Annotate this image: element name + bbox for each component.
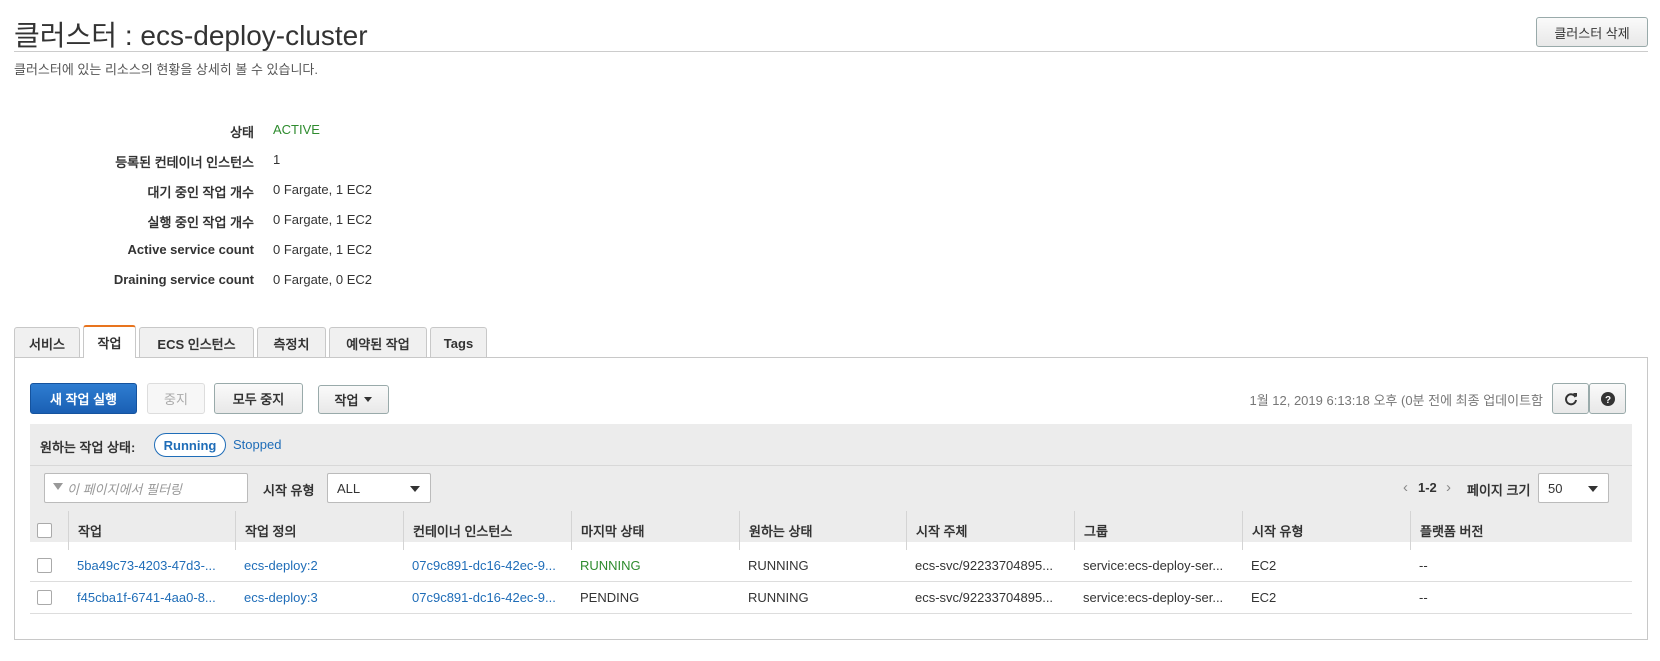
platform-version: -- [1419,558,1428,573]
task-definition-link[interactable]: ecs-deploy:2 [235,550,400,581]
tab-tags[interactable]: Tags [430,327,487,358]
container-instance-link[interactable]: 07c9c891-dc16-42ec-9... [403,550,568,581]
group: service:ecs-deploy-ser... [1083,558,1224,573]
desired-status: RUNNING [748,590,809,605]
page-range: 1-2 [1418,480,1437,495]
active-service-count-value: 0 Fargate, 1 EC2 [273,242,372,257]
running-tasks-label: 실행 중인 작업 개수 [147,215,254,230]
select-all-cell [30,511,68,550]
last-status: RUNNING [580,558,641,573]
registered-instances-label: 등록된 컨테이너 인스턴스 [115,155,254,170]
column-header-launch-type[interactable]: 시작 유형 [1242,511,1410,550]
stopped-filter-link[interactable]: Stopped [233,437,281,452]
task-definition-link[interactable]: ecs-deploy:3 [235,582,400,613]
help-button[interactable]: ? [1589,383,1626,414]
task-id-link[interactable]: 5ba49c73-4203-47d3-... [68,550,228,581]
pending-tasks-value: 0 Fargate, 1 EC2 [273,182,372,197]
column-header-task[interactable]: 작업 [68,511,235,550]
last-updated-text: 1월 12, 2019 6:13:18 오후 (0분 전에 최종 업데이트함 [1249,393,1543,408]
chevron-down-icon [1588,486,1598,492]
run-new-task-button[interactable]: 새 작업 실행 [30,383,137,414]
delete-cluster-button[interactable]: 클러스터 삭제 [1536,17,1648,47]
table-header: 작업 작업 정의 컨테이너 인스턴스 마지막 상태 원하는 상태 시작 주체 그… [30,511,1632,550]
tab-scheduled-tasks[interactable]: 예약된 작업 [329,327,427,358]
active-service-count-label: Active service count [127,242,254,257]
select-all-checkbox[interactable] [37,523,52,538]
stop-all-button[interactable]: 모두 중지 [214,383,303,414]
launch-type-label: 시작 유형 [263,483,315,498]
column-header-platform-version[interactable]: 플랫폼 버전 [1410,511,1632,550]
status-value: ACTIVE [273,122,320,137]
started-by: ecs-svc/92233704895... [915,590,1054,605]
started-by: ecs-svc/92233704895... [915,558,1054,573]
desired-status: RUNNING [748,558,809,573]
caret-down-icon [364,397,373,402]
column-header-last-status[interactable]: 마지막 상태 [571,511,739,550]
actions-dropdown-button[interactable]: 작업 [318,385,389,414]
desired-state-label: 원하는 작업 상태: [40,440,136,455]
running-tasks-value: 0 Fargate, 1 EC2 [273,212,372,227]
group: service:ecs-deploy-ser... [1083,590,1224,605]
actions-label: 작업 [334,393,359,408]
help-icon: ? [1600,391,1615,406]
refresh-icon [1564,392,1577,405]
column-header-container-instance[interactable]: 컨테이너 인스턴스 [403,511,571,550]
page-size-select[interactable]: 50 [1538,473,1609,503]
tab-services[interactable]: 서비스 [14,327,80,358]
tab-metrics[interactable]: 측정치 [257,327,326,358]
header-divider [14,51,1648,52]
prev-page-icon[interactable]: ‹ [1403,479,1408,496]
filter-divider [30,465,1632,466]
page-subtitle: 클러스터에 있는 리소스의 현황을 상세히 볼 수 있습니다. [14,62,318,77]
table-row: 5ba49c73-4203-47d3-... ecs-deploy:2 07c9… [30,550,1632,582]
filter-icon [53,483,63,490]
pending-tasks-label: 대기 중인 작업 개수 [147,185,254,200]
draining-service-count-label: Draining service count [113,272,254,287]
running-filter-pill[interactable]: Running [154,433,226,457]
column-header-desired-status[interactable]: 원하는 상태 [739,511,906,550]
status-label: 상태 [230,125,254,140]
filter-search-input[interactable]: 이 페이지에서 필터링 [44,473,248,503]
filter-placeholder: 이 페이지에서 필터링 [67,481,182,497]
refresh-button[interactable] [1552,383,1589,414]
platform-version: -- [1419,590,1428,605]
svg-text:?: ? [1604,395,1610,406]
table-row: f45cba1f-6741-4aa0-8... ecs-deploy:3 07c… [30,582,1632,614]
column-header-task-definition[interactable]: 작업 정의 [235,511,403,550]
row-checkbox[interactable] [37,590,52,605]
container-instance-link[interactable]: 07c9c891-dc16-42ec-9... [403,582,568,613]
page-title: 클러스터 : ecs-deploy-cluster [14,20,368,51]
row-checkbox[interactable] [37,558,52,573]
page-size-label: 페이지 크기 [1467,483,1531,498]
next-page-icon[interactable]: › [1446,479,1451,496]
draining-service-count-value: 0 Fargate, 0 EC2 [273,272,372,287]
tab-tasks[interactable]: 작업 [83,325,136,358]
registered-instances-value: 1 [273,152,281,167]
task-id-link[interactable]: f45cba1f-6741-4aa0-8... [68,582,228,613]
launch-type-select[interactable]: ALL [327,473,431,503]
launch-type: EC2 [1251,558,1277,573]
stop-button[interactable]: 중지 [147,383,205,414]
page-size-value: 50 [1548,480,1563,496]
column-header-group[interactable]: 그룹 [1074,511,1242,550]
launch-type-value: ALL [337,480,361,496]
chevron-down-icon [410,486,420,492]
column-header-started-by[interactable]: 시작 주체 [906,511,1074,550]
last-status: PENDING [580,590,640,605]
tab-ecs-instances[interactable]: ECS 인스턴스 [139,327,254,358]
launch-type: EC2 [1251,590,1277,605]
